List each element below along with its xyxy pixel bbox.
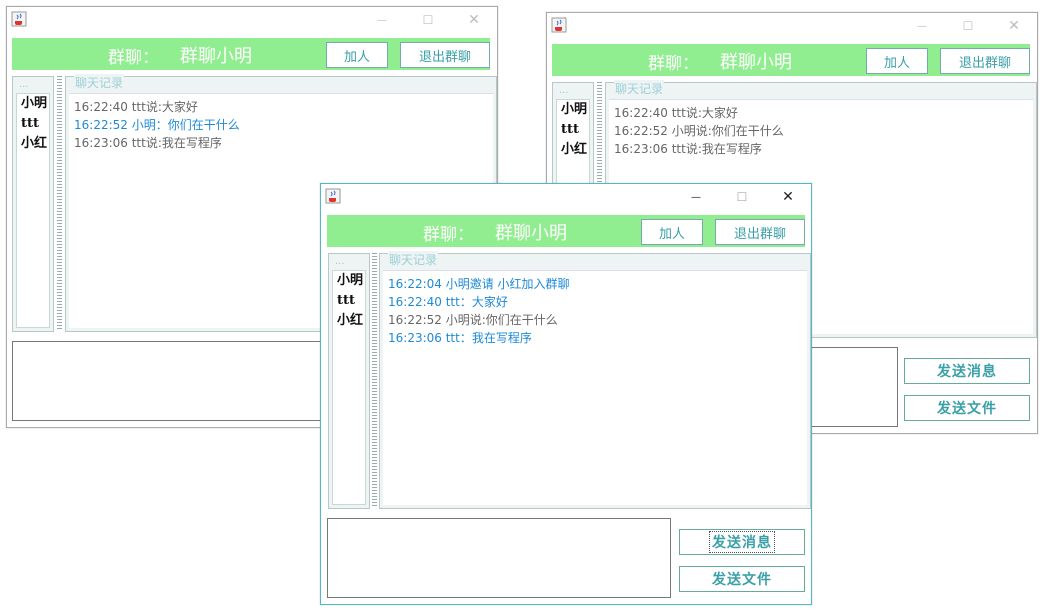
split-pane-divider[interactable] [372, 253, 377, 507]
member-list: ... 小明 ttt 小红 [12, 76, 54, 332]
chat-message: 16:22:40 ttt说:大家好 [614, 106, 738, 120]
quit-group-button[interactable]: 退出群聊 [940, 48, 1030, 74]
title-bar[interactable]: — ☐ ✕ [7, 7, 497, 33]
chat-message: 16:22:40 ttt：大家好 [388, 295, 508, 309]
chat-history-panel: 聊天记录 16:22:04 小明邀请 小红加入群聊 16:22:40 ttt：大… [379, 251, 811, 509]
member-item[interactable]: 小红 [333, 311, 365, 331]
maximize-icon[interactable]: ☐ [405, 7, 451, 33]
send-file-button[interactable]: 发送文件 [679, 566, 805, 592]
send-file-label: 发送文件 [937, 401, 997, 417]
send-message-button[interactable]: 发送消息 [904, 358, 1030, 384]
add-member-button[interactable]: 加人 [326, 42, 388, 68]
send-file-label: 发送文件 [712, 572, 772, 588]
chat-history-legend: 聊天记录 [614, 80, 665, 97]
close-icon[interactable]: ✕ [991, 13, 1037, 39]
message-input[interactable] [12, 341, 354, 421]
send-message-label: 发送消息 [709, 531, 775, 553]
member-list-title: ... [559, 85, 569, 96]
group-label: 群聊： [108, 48, 159, 68]
group-name: 群聊小明 [720, 52, 792, 73]
chat-history-legend: 聊天记录 [388, 251, 439, 268]
send-file-button[interactable]: 发送文件 [904, 395, 1030, 421]
member-list-title: ... [335, 256, 345, 267]
member-item[interactable]: ttt [333, 291, 365, 311]
member-list-body: 小明 ttt 小红 [16, 93, 50, 328]
chat-message: 16:22:52 小明：你们在干什么 [74, 118, 240, 132]
chat-message: 16:22:40 ttt说:大家好 [74, 100, 198, 114]
group-header: 群聊： 群聊小明 加人 退出群聊 [12, 38, 490, 70]
add-member-button[interactable]: 加人 [641, 219, 703, 245]
java-app-icon [11, 11, 27, 27]
member-list-title: ... [19, 79, 29, 90]
java-app-icon [551, 17, 567, 33]
chat-message: 16:22:52 小明说:你们在干什么 [614, 124, 784, 138]
quit-group-button[interactable]: 退出群聊 [715, 219, 805, 245]
title-bar[interactable]: — ☐ ✕ [547, 13, 1037, 39]
member-item[interactable]: 小红 [17, 134, 49, 154]
chat-window-front[interactable]: — ☐ ✕ 群聊： 群聊小明 加人 退出群聊 ... 小明 ttt 小红 聊天记… [320, 183, 812, 605]
maximize-icon[interactable]: ☐ [945, 13, 991, 39]
chat-message: 16:23:06 ttt说:我在写程序 [74, 136, 222, 150]
group-name: 群聊小明 [180, 46, 252, 67]
minimize-icon[interactable]: — [899, 13, 945, 39]
member-item[interactable]: 小明 [333, 271, 365, 291]
member-item[interactable]: ttt [17, 114, 49, 134]
send-message-label: 发送消息 [937, 364, 997, 380]
group-label: 群聊： [648, 54, 699, 74]
quit-group-button[interactable]: 退出群聊 [400, 42, 490, 68]
member-item[interactable]: 小明 [17, 94, 49, 114]
chat-history-content[interactable]: 16:22:04 小明邀请 小红加入群聊 16:22:40 ttt：大家好 16… [383, 270, 807, 505]
minimize-icon[interactable]: — [359, 7, 405, 33]
chat-message: 16:23:06 ttt：我在写程序 [388, 331, 532, 345]
close-icon[interactable]: ✕ [451, 7, 497, 33]
member-item[interactable]: ttt [557, 120, 589, 140]
message-input[interactable] [327, 518, 671, 598]
group-name: 群聊小明 [495, 223, 567, 244]
group-label: 群聊： [423, 225, 474, 245]
split-pane-divider[interactable] [57, 76, 62, 330]
group-header: 群聊： 群聊小明 加人 退出群聊 [552, 44, 1030, 76]
add-member-button[interactable]: 加人 [866, 48, 928, 74]
chat-history-legend: 聊天记录 [74, 74, 125, 91]
java-app-icon [325, 188, 341, 204]
chat-message: 16:22:04 小明邀请 小红加入群聊 [388, 277, 570, 291]
close-icon[interactable]: ✕ [765, 184, 811, 210]
minimize-icon[interactable]: — [673, 184, 719, 210]
member-item[interactable]: 小红 [557, 140, 589, 160]
title-bar[interactable]: — ☐ ✕ [321, 184, 811, 210]
send-message-button[interactable]: 发送消息 [679, 529, 805, 555]
member-list: ... 小明 ttt 小红 [328, 253, 370, 509]
chat-message: 16:22:52 小明说:你们在干什么 [388, 313, 558, 327]
group-header: 群聊： 群聊小明 加人 退出群聊 [327, 215, 805, 247]
member-list-body: 小明 ttt 小红 [332, 270, 366, 505]
chat-message: 16:23:06 ttt说:我在写程序 [614, 142, 762, 156]
maximize-icon[interactable]: ☐ [719, 184, 765, 210]
member-item[interactable]: 小明 [557, 100, 589, 120]
